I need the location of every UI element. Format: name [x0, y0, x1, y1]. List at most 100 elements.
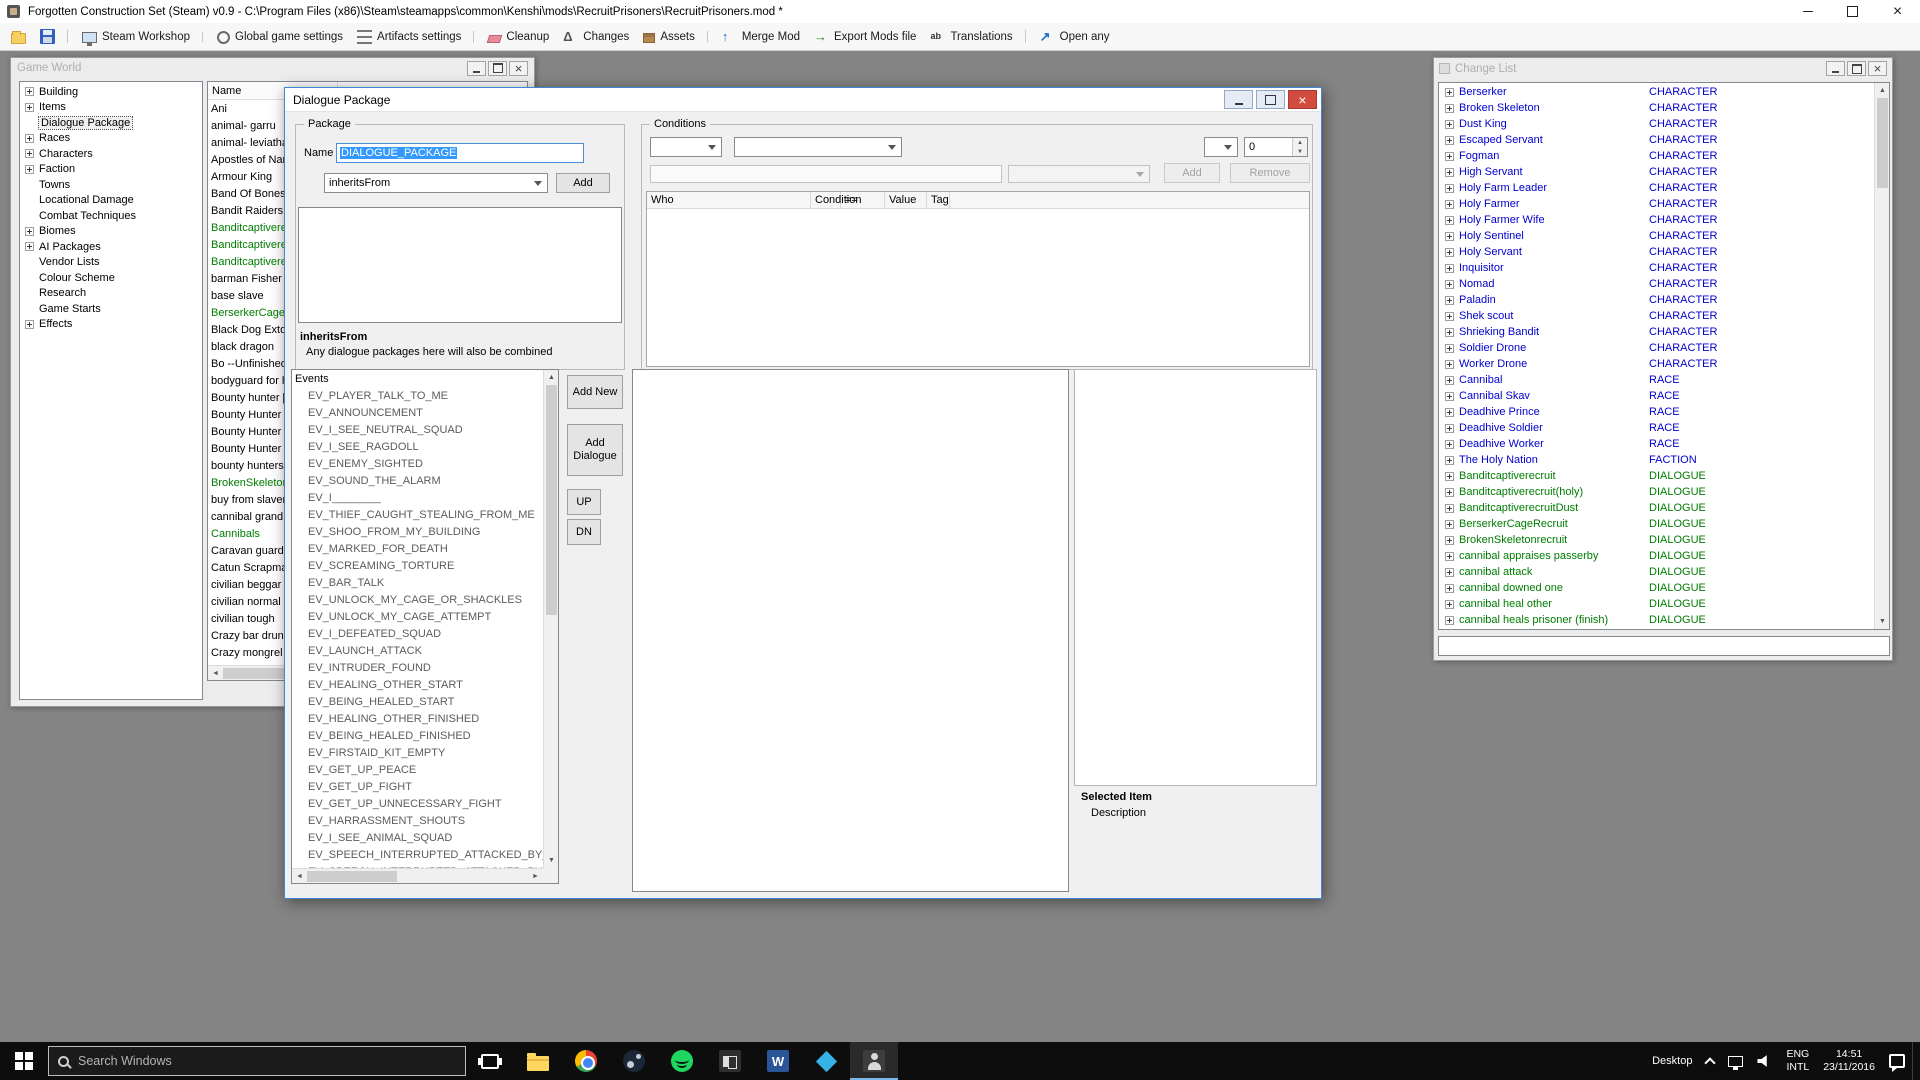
toolbar-button[interactable]: Export Mods file [807, 26, 923, 47]
event-item[interactable]: EV_SHOO_FROM_MY_BUILDING [292, 524, 543, 541]
taskbar-app[interactable] [514, 1042, 562, 1080]
scroll-up-icon[interactable]: ▲ [544, 370, 558, 385]
change-list-item[interactable]: Deadhive Prince RACE [1439, 404, 1874, 420]
action-center-button[interactable] [1882, 1042, 1912, 1080]
change-list-item[interactable]: Shrieking Bandit CHARACTER [1439, 324, 1874, 340]
change-list-item[interactable]: Banditcaptiverecruit(holy) DIALOGUE [1439, 484, 1874, 500]
close-button[interactable] [509, 60, 528, 76]
expand-plus-icon[interactable] [25, 164, 34, 174]
column-header[interactable]: Value [885, 192, 927, 208]
event-item[interactable]: EV_I_DEFEATED_SQUAD [292, 626, 543, 643]
toolbar-button[interactable]: Steam Workshop [75, 28, 203, 46]
toolbar-button[interactable]: Open any [1033, 26, 1117, 47]
tree-item[interactable]: Research [20, 286, 202, 302]
event-item[interactable]: EV_MARKED_FOR_DEATH [292, 541, 543, 558]
dialogue-tree-panel[interactable] [632, 369, 1069, 892]
expand-plus-icon[interactable] [25, 149, 34, 159]
event-item[interactable]: EV_SOUND_THE_ALARM [292, 473, 543, 490]
expand-plus-icon[interactable] [25, 226, 34, 236]
conditions-table[interactable]: Who Condition == Value Tag [646, 191, 1310, 367]
expand-plus-icon[interactable] [1445, 199, 1454, 209]
condition-compare-combo[interactable] [1204, 137, 1238, 157]
tree-item[interactable]: Biomes [20, 224, 202, 240]
event-item[interactable]: Events [292, 371, 543, 388]
scrollbar-thumb[interactable] [307, 871, 397, 882]
minimize-button[interactable] [1826, 61, 1845, 76]
expand-plus-icon[interactable] [1445, 231, 1454, 241]
dn-button[interactable]: DN [567, 519, 601, 545]
change-list-item[interactable]: BerserkerCageRecruit DIALOGUE [1439, 516, 1874, 532]
change-list-item[interactable]: Broken Skeleton CHARACTER [1439, 100, 1874, 116]
expand-plus-icon[interactable] [1445, 215, 1454, 225]
expand-plus-icon[interactable] [1445, 375, 1454, 385]
maximize-button[interactable] [1847, 61, 1866, 76]
change-list-item[interactable]: cannibal attack DIALOGUE [1439, 564, 1874, 580]
scroll-right-icon[interactable]: ► [528, 869, 543, 883]
add-inherits-button[interactable]: Add [556, 173, 610, 193]
event-item[interactable]: EV_SPEECH_INTERRUPTED_ATTACKED_BY_T [292, 847, 543, 864]
taskbar-app[interactable] [562, 1042, 610, 1080]
condition-tag-combo[interactable] [1008, 165, 1150, 183]
expand-plus-icon[interactable] [1445, 263, 1454, 273]
taskbar-app[interactable] [706, 1042, 754, 1080]
scrollbar-thumb[interactable] [1877, 98, 1888, 188]
taskbar-app[interactable] [802, 1042, 850, 1080]
expand-plus-icon[interactable] [1445, 87, 1454, 97]
spin-up-icon[interactable]: ▲ [1293, 138, 1307, 147]
expand-plus-icon[interactable] [1445, 343, 1454, 353]
column-header[interactable]: Condition [811, 192, 861, 208]
expand-plus-icon[interactable] [1445, 487, 1454, 497]
event-item[interactable]: EV_SCREAMING_TORTURE [292, 558, 543, 575]
event-item[interactable]: EV_GET_UP_UNNECESSARY_FIGHT [292, 796, 543, 813]
vertical-scrollbar[interactable]: ▲ ▼ [543, 370, 558, 868]
language-indicator[interactable]: ENG INTL [1779, 1042, 1816, 1080]
change-list-item[interactable]: Paladin CHARACTER [1439, 292, 1874, 308]
inherits-from-list[interactable] [298, 207, 622, 323]
event-item[interactable]: EV_HARRASSMENT_SHOUTS [292, 813, 543, 830]
expand-plus-icon[interactable] [1445, 615, 1454, 625]
selected-item-panel[interactable] [1074, 369, 1317, 786]
event-item[interactable]: EV_I_SEE_ANIMAL_SQUAD [292, 830, 543, 847]
event-item[interactable]: EV_LAUNCH_ATTACK [292, 643, 543, 660]
change-list-item[interactable]: Inquisitor CHARACTER [1439, 260, 1874, 276]
expand-plus-icon[interactable] [1445, 103, 1454, 113]
condition-type-combo[interactable] [734, 137, 902, 157]
expand-plus-icon[interactable] [1445, 391, 1454, 401]
change-list-item[interactable]: cannibal heals prisoner (finish) DIALOGU… [1439, 612, 1874, 628]
expand-plus-icon[interactable] [1445, 135, 1454, 145]
tree-item[interactable]: Vendor Lists [20, 255, 202, 271]
event-item[interactable]: EV_I_SEE_NEUTRAL_SQUAD [292, 422, 543, 439]
change-list-item[interactable]: Holy Sentinel CHARACTER [1439, 228, 1874, 244]
expand-plus-icon[interactable] [1445, 599, 1454, 609]
change-list-item[interactable]: The Holy Nation FACTION [1439, 452, 1874, 468]
column-header[interactable]: Tag [927, 192, 950, 208]
event-item[interactable]: EV_I________ [292, 490, 543, 507]
expand-plus-icon[interactable] [1445, 183, 1454, 193]
change-list-item[interactable]: cannibal appraises passerby DIALOGUE [1439, 548, 1874, 564]
change-list-item[interactable]: Soldier Drone CHARACTER [1439, 340, 1874, 356]
expand-plus-icon[interactable] [1445, 295, 1454, 305]
change-list-item[interactable]: Berserker CHARACTER [1439, 84, 1874, 100]
scroll-left-icon[interactable]: ◄ [208, 666, 223, 680]
spin-down-icon[interactable]: ▼ [1293, 147, 1307, 156]
toolbar-button[interactable]: Global game settings [210, 27, 350, 47]
event-item[interactable]: EV_UNLOCK_MY_CAGE_ATTEMPT [292, 609, 543, 626]
expand-plus-icon[interactable] [25, 242, 34, 252]
dialog-titlebar[interactable]: Dialogue Package [285, 88, 1321, 112]
column-header[interactable]: Who [647, 192, 811, 208]
change-list-item[interactable]: Holy Farm Leader CHARACTER [1439, 180, 1874, 196]
change-list-item[interactable]: Deadhive Worker RACE [1439, 436, 1874, 452]
event-item[interactable]: EV_HEALING_OTHER_FINISHED [292, 711, 543, 728]
expand-plus-icon[interactable] [1445, 423, 1454, 433]
inherits-from-combo[interactable]: inheritsFrom [324, 173, 548, 193]
expand-plus-icon[interactable] [1445, 247, 1454, 257]
expand-plus-icon[interactable] [25, 87, 34, 97]
toolbar-button[interactable] [33, 26, 68, 47]
column-header[interactable]: == [841, 192, 885, 208]
change-list-item[interactable]: cannibal heal other DIALOGUE [1439, 596, 1874, 612]
expand-plus-icon[interactable] [1445, 407, 1454, 417]
tree-item[interactable]: Locational Damage [20, 193, 202, 209]
change-list-item[interactable]: Banditcaptiverecruit DIALOGUE [1439, 468, 1874, 484]
event-item[interactable]: EV_ANNOUNCEMENT [292, 405, 543, 422]
tree-item[interactable]: Colour Scheme [20, 270, 202, 286]
